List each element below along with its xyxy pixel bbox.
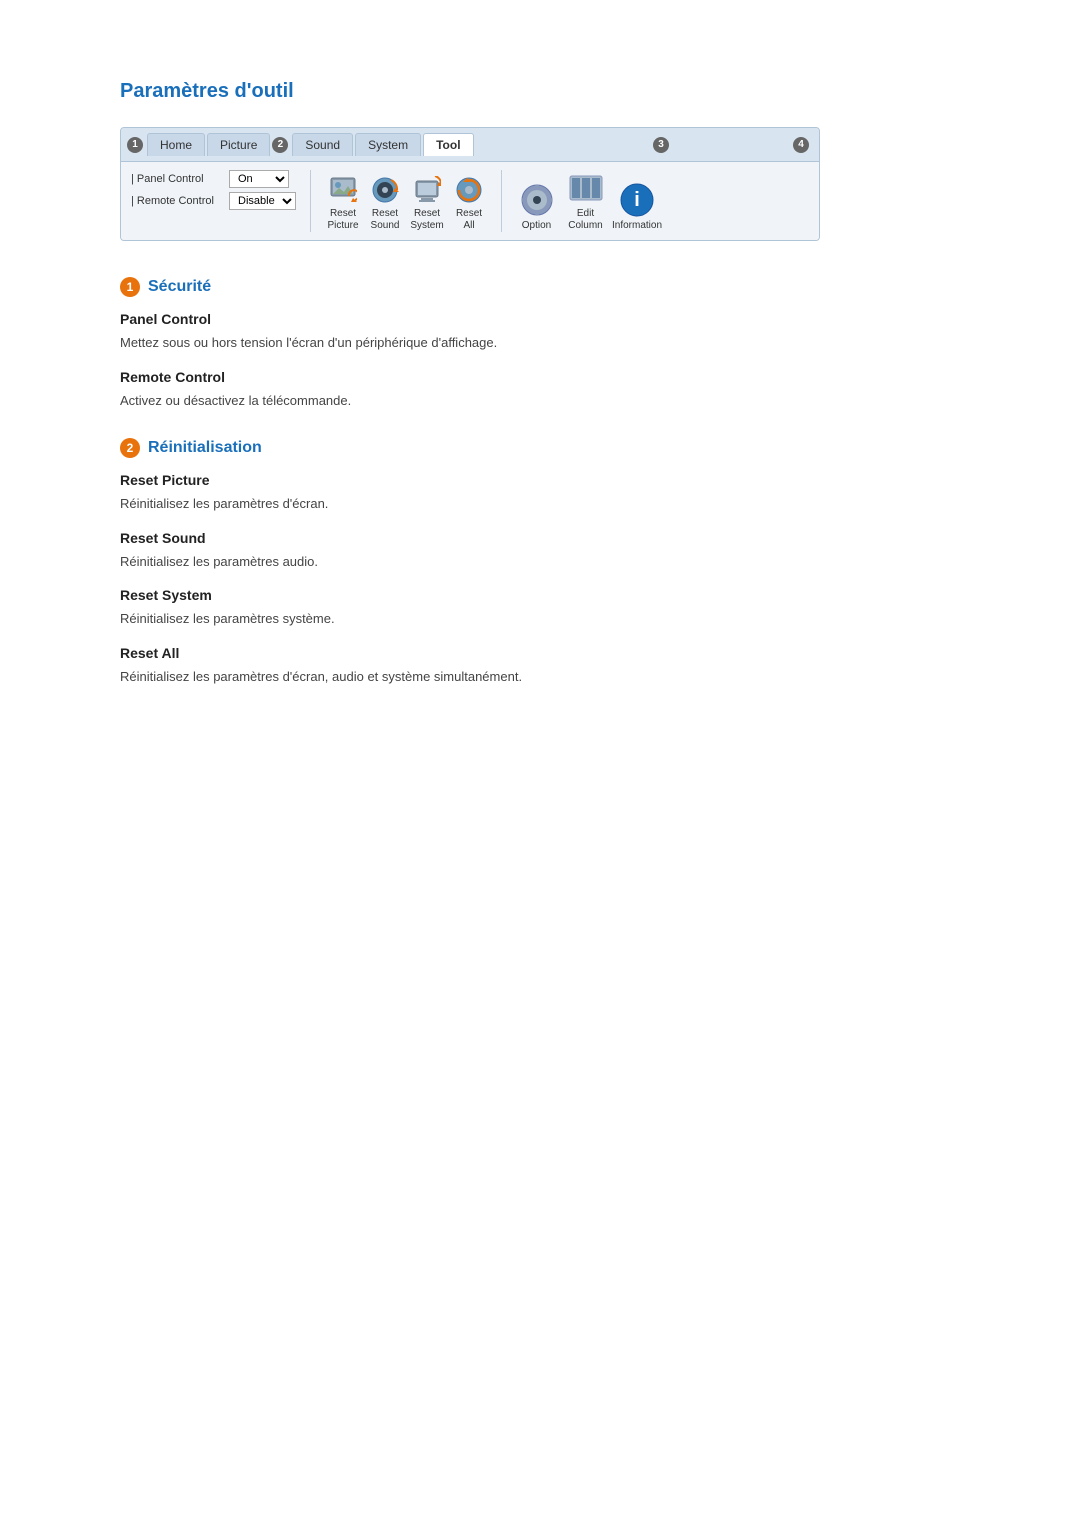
reset-sound-subtitle: Reset Sound xyxy=(120,530,960,546)
option-label: Option xyxy=(522,220,551,232)
panel-control-select[interactable]: On Off xyxy=(229,170,289,188)
option-button[interactable]: Option xyxy=(514,182,559,232)
reset-sound-label: ResetSound xyxy=(371,208,400,232)
tab-tool[interactable]: Tool xyxy=(423,133,473,156)
option-icon xyxy=(519,182,555,218)
reset-system-label: ResetSystem xyxy=(410,208,443,232)
reset-picture-icon xyxy=(327,174,359,206)
reset-system-desc: Réinitialisez les paramètres système. xyxy=(120,609,960,629)
remote-control-row: | Remote Control Disable Enable xyxy=(131,192,298,210)
badge-3: 3 xyxy=(653,137,669,153)
toolbar-body: | Panel Control On Off | Remote Control … xyxy=(121,162,819,240)
tab-system[interactable]: System xyxy=(355,133,421,156)
tab-sound[interactable]: Sound xyxy=(292,133,353,156)
reset-all-button[interactable]: ResetAll xyxy=(449,174,489,232)
reset-sound-button[interactable]: ResetSound xyxy=(365,174,405,232)
reset-picture-desc: Réinitialisez les paramètres d'écran. xyxy=(120,494,960,514)
section-securite-title: 1 Sécurité xyxy=(120,277,960,297)
subsection-reset-picture: Reset Picture Réinitialisez les paramètr… xyxy=(120,472,960,514)
remote-control-subtitle: Remote Control xyxy=(120,369,960,385)
badge-2: 2 xyxy=(272,137,288,153)
toolbar-tabs: 1 Home Picture 2 Sound System Tool 3 4 xyxy=(121,128,819,162)
section-securite-heading: Sécurité xyxy=(148,278,211,296)
subsection-reset-all: Reset All Réinitialisez les paramètres d… xyxy=(120,645,960,687)
tab-right-nums: 3 4 xyxy=(653,137,813,153)
subsection-panel-control: Panel Control Mettez sous ou hors tensio… xyxy=(120,311,960,353)
tab-picture[interactable]: Picture xyxy=(207,133,270,156)
information-button[interactable]: i Information xyxy=(612,182,662,232)
remote-control-desc: Activez ou désactivez la télécommande. xyxy=(120,391,960,411)
reset-system-icon xyxy=(411,174,443,206)
section-2-badge: 2 xyxy=(120,438,140,458)
reset-picture-subtitle: Reset Picture xyxy=(120,472,960,488)
reset-system-subtitle: Reset System xyxy=(120,587,960,603)
toolbar-screenshot: 1 Home Picture 2 Sound System Tool 3 4 |… xyxy=(120,127,820,241)
subsection-reset-sound: Reset Sound Réinitialisez les paramètres… xyxy=(120,530,960,572)
edit-column-label: EditColumn xyxy=(568,208,602,232)
reset-system-button[interactable]: ResetSystem xyxy=(407,174,447,232)
toolbar-security-section: | Panel Control On Off | Remote Control … xyxy=(131,170,311,232)
tab-home[interactable]: Home xyxy=(147,133,205,156)
svg-text:i: i xyxy=(634,189,640,211)
reset-all-desc: Réinitialisez les paramètres d'écran, au… xyxy=(120,667,960,687)
section-1-badge: 1 xyxy=(120,277,140,297)
page-title: Paramètres d'outil xyxy=(120,80,960,103)
panel-control-subtitle: Panel Control xyxy=(120,311,960,327)
panel-control-desc: Mettez sous ou hors tension l'écran d'un… xyxy=(120,333,960,353)
tab-num-1-container: 1 Home xyxy=(127,133,205,156)
remote-control-label: | Remote Control xyxy=(131,195,221,207)
badge-1: 1 xyxy=(127,137,143,153)
toolbar-options-section: Option EditColumn xyxy=(502,170,674,232)
panel-control-label: | Panel Control xyxy=(131,173,221,185)
reset-all-icon xyxy=(453,174,485,206)
reset-all-subtitle: Reset All xyxy=(120,645,960,661)
reset-picture-button[interactable]: ResetPicture xyxy=(323,174,363,232)
badge-4: 4 xyxy=(793,137,809,153)
edit-column-icon xyxy=(568,170,604,206)
subsection-reset-system: Reset System Réinitialisez les paramètre… xyxy=(120,587,960,629)
toolbar-reset-section: ResetPicture ResetSound xyxy=(311,170,502,232)
panel-control-row: | Panel Control On Off xyxy=(131,170,298,188)
edit-column-button[interactable]: EditColumn xyxy=(563,170,608,232)
section-reinitialisation: 2 Réinitialisation Reset Picture Réiniti… xyxy=(120,438,960,686)
remote-control-select[interactable]: Disable Enable xyxy=(229,192,296,210)
section-securite: 1 Sécurité Panel Control Mettez sous ou … xyxy=(120,277,960,410)
subsection-remote-control: Remote Control Activez ou désactivez la … xyxy=(120,369,960,411)
section-reinitialisation-heading: Réinitialisation xyxy=(148,439,262,457)
reset-picture-label: ResetPicture xyxy=(327,208,358,232)
reset-sound-desc: Réinitialisez les paramètres audio. xyxy=(120,552,960,572)
information-label: Information xyxy=(612,220,662,232)
information-icon: i xyxy=(619,182,655,218)
reset-sound-icon xyxy=(369,174,401,206)
tab-num-2-container: 2 Sound xyxy=(272,133,353,156)
section-reinitialisation-title: 2 Réinitialisation xyxy=(120,438,960,458)
reset-all-label: ResetAll xyxy=(456,208,482,232)
